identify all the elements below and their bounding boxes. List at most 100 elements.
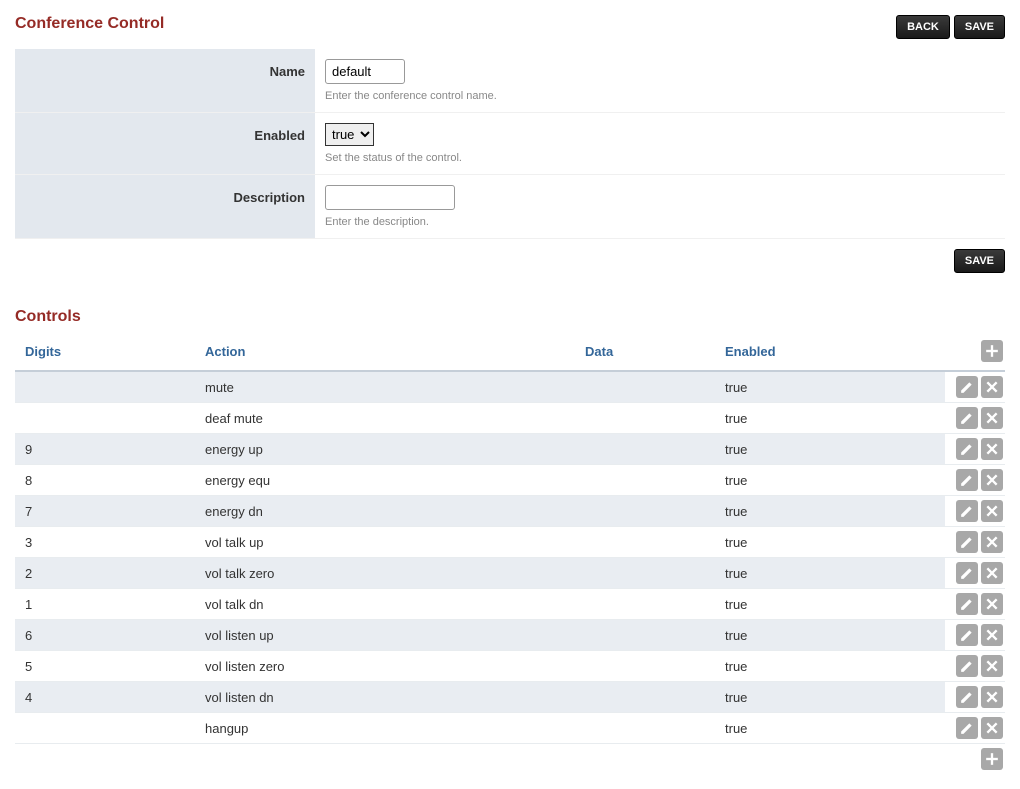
back-button[interactable]: BACK <box>896 15 950 39</box>
cell-action: vol talk up <box>195 527 575 558</box>
delete-row-button[interactable] <box>981 531 1003 553</box>
edit-row-button[interactable] <box>956 562 978 584</box>
cell-digits: 9 <box>15 434 195 465</box>
form-save-button[interactable]: SAVE <box>954 249 1005 273</box>
delete-row-button[interactable] <box>981 562 1003 584</box>
col-header-digits[interactable]: Digits <box>15 332 195 371</box>
cross-icon <box>985 628 999 642</box>
edit-row-button[interactable] <box>956 655 978 677</box>
pencil-icon <box>960 690 974 704</box>
cell-digits: 5 <box>15 651 195 682</box>
pencil-icon <box>960 566 974 580</box>
pencil-icon <box>960 628 974 642</box>
table-row: 1vol talk dntrue <box>15 589 1005 620</box>
cell-action: hangup <box>195 713 575 744</box>
edit-row-button[interactable] <box>956 376 978 398</box>
cell-action: vol talk zero <box>195 558 575 589</box>
col-header-enabled[interactable]: Enabled <box>715 332 945 371</box>
cell-enabled: true <box>715 496 945 527</box>
table-row: 4vol listen dntrue <box>15 682 1005 713</box>
enabled-select[interactable]: true <box>325 123 374 146</box>
cell-data <box>575 371 715 403</box>
cross-icon <box>985 504 999 518</box>
cell-enabled: true <box>715 403 945 434</box>
page-title: Conference Control <box>15 15 164 33</box>
name-label: Name <box>15 49 315 113</box>
col-header-action[interactable]: Action <box>195 332 575 371</box>
add-row-button[interactable] <box>981 340 1003 362</box>
pencil-icon <box>960 535 974 549</box>
cell-action: mute <box>195 371 575 403</box>
edit-row-button[interactable] <box>956 686 978 708</box>
cell-enabled: true <box>715 527 945 558</box>
name-input[interactable] <box>325 59 405 84</box>
cell-data <box>575 403 715 434</box>
cell-data <box>575 527 715 558</box>
delete-row-button[interactable] <box>981 624 1003 646</box>
edit-row-button[interactable] <box>956 500 978 522</box>
delete-row-button[interactable] <box>981 717 1003 739</box>
table-row: mute true <box>15 371 1005 403</box>
pencil-icon <box>960 442 974 456</box>
cell-enabled: true <box>715 713 945 744</box>
cross-icon <box>985 690 999 704</box>
table-row: deaf mutetrue <box>15 403 1005 434</box>
description-input[interactable] <box>325 185 455 210</box>
cross-icon <box>985 411 999 425</box>
cell-action: energy equ <box>195 465 575 496</box>
cell-data <box>575 558 715 589</box>
col-header-data[interactable]: Data <box>575 332 715 371</box>
plus-icon <box>985 752 999 766</box>
save-button[interactable]: SAVE <box>954 15 1005 39</box>
pencil-icon <box>960 504 974 518</box>
cell-data <box>575 465 715 496</box>
cell-digits <box>15 403 195 434</box>
cross-icon <box>985 721 999 735</box>
edit-row-button[interactable] <box>956 717 978 739</box>
cell-enabled: true <box>715 371 945 403</box>
edit-row-button[interactable] <box>956 593 978 615</box>
add-row-button-bottom[interactable] <box>981 748 1003 770</box>
cell-enabled: true <box>715 651 945 682</box>
edit-row-button[interactable] <box>956 624 978 646</box>
cell-digits: 8 <box>15 465 195 496</box>
cell-digits <box>15 713 195 744</box>
cell-enabled: true <box>715 682 945 713</box>
table-row: 8energy equtrue <box>15 465 1005 496</box>
cell-data <box>575 434 715 465</box>
delete-row-button[interactable] <box>981 655 1003 677</box>
table-row: hangup true <box>15 713 1005 744</box>
cross-icon <box>985 597 999 611</box>
cell-enabled: true <box>715 620 945 651</box>
delete-row-button[interactable] <box>981 593 1003 615</box>
cell-enabled: true <box>715 434 945 465</box>
cell-enabled: true <box>715 589 945 620</box>
edit-row-button[interactable] <box>956 407 978 429</box>
edit-row-button[interactable] <box>956 531 978 553</box>
cell-action: energy dn <box>195 496 575 527</box>
delete-row-button[interactable] <box>981 686 1003 708</box>
cell-digits: 1 <box>15 589 195 620</box>
cell-data <box>575 682 715 713</box>
cross-icon <box>985 442 999 456</box>
edit-row-button[interactable] <box>956 469 978 491</box>
cell-action: vol listen up <box>195 620 575 651</box>
delete-row-button[interactable] <box>981 500 1003 522</box>
pencil-icon <box>960 721 974 735</box>
cell-digits: 4 <box>15 682 195 713</box>
table-row: 9energy uptrue <box>15 434 1005 465</box>
controls-section-title: Controls <box>15 308 1005 326</box>
delete-row-button[interactable] <box>981 469 1003 491</box>
table-row: 3vol talk up true <box>15 527 1005 558</box>
table-row: 7energy dntrue <box>15 496 1005 527</box>
enabled-label: Enabled <box>15 113 315 175</box>
cell-data <box>575 713 715 744</box>
delete-row-button[interactable] <box>981 376 1003 398</box>
description-label: Description <box>15 175 315 239</box>
cell-digits: 3 <box>15 527 195 558</box>
edit-row-button[interactable] <box>956 438 978 460</box>
cross-icon <box>985 535 999 549</box>
description-hint: Enter the description. <box>325 216 995 228</box>
delete-row-button[interactable] <box>981 407 1003 429</box>
delete-row-button[interactable] <box>981 438 1003 460</box>
